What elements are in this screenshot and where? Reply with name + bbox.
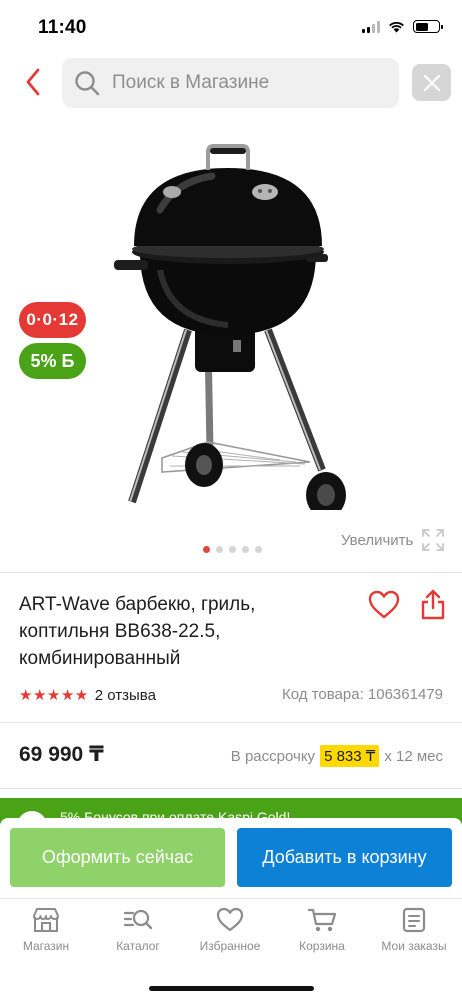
expand-icon [422,529,445,551]
installment-info[interactable]: В рассрочку 5 833 ₸ x 12 мес [231,745,443,767]
installment-amount: 5 833 ₸ [320,745,380,767]
divider [0,572,462,573]
buy-now-button[interactable]: Оформить сейчас [10,828,225,887]
tab-catalog[interactable]: Каталог [92,907,184,953]
tab-label: Избранное [199,939,261,953]
tab-bar: Магазин Каталог Избранное Корзина Мои за… [0,898,462,999]
close-button[interactable] [412,64,451,101]
back-button[interactable] [18,66,48,98]
reviews-link[interactable]: 2 отзыва [95,687,156,704]
heart-icon [216,907,244,932]
catalog-search-icon [123,909,153,930]
cart-icon [307,908,337,932]
home-indicator [149,986,314,991]
tab-label: Каталог [116,939,160,953]
zoom-button[interactable]: Увеличить [341,528,445,552]
gallery-pagination[interactable] [203,546,262,553]
status-icons [362,20,443,33]
zoom-label: Увеличить [341,531,414,549]
rating-stars: ★★★★★ [19,687,89,704]
installment-prefix: В рассрочку [230,747,316,765]
wifi-icon [389,21,404,32]
price: 69 990 ₸ [19,743,104,766]
battery-icon [413,20,443,33]
search-box[interactable] [62,58,399,108]
status-bar: 11:40 [0,0,462,52]
status-time: 11:40 [38,17,87,38]
product-title: ART-Wave барбекю, гриль, коптильня BB638… [19,594,256,669]
gallery-dot[interactable] [229,546,236,553]
installment-badge: 0·0·12 [19,302,86,338]
search-input[interactable] [112,58,382,108]
tab-favorites[interactable]: Избранное [184,907,276,953]
cellular-signal-icon [362,20,380,33]
action-bar: Оформить сейчас Добавить в корзину [0,818,462,898]
gallery-dot[interactable] [255,546,262,553]
rating[interactable]: ★★★★★ 2 отзыва [19,686,156,705]
tab-orders[interactable]: Мои заказы [368,907,460,953]
gallery-dot[interactable] [242,546,249,553]
search-header [0,56,462,110]
gallery-dot[interactable] [216,546,223,553]
share-icon [421,589,445,620]
tab-cart[interactable]: Корзина [276,907,368,953]
close-icon [423,74,440,91]
add-to-cart-button[interactable]: Добавить в корзину [237,828,452,887]
share-button[interactable] [420,588,446,625]
tab-label: Магазин [22,939,70,953]
tab-label: Мои заказы [381,939,447,953]
divider [0,788,462,789]
product-image[interactable] [100,140,360,510]
tab-label: Корзина [299,939,345,953]
divider [0,722,462,723]
chevron-left-icon [26,68,40,96]
favorite-button[interactable] [368,590,400,625]
gallery-dot[interactable] [203,546,210,553]
product-gallery[interactable]: 0·0·12 5% Б Увеличить [0,112,462,572]
product-code: Код товара: 106361479 [282,686,443,703]
tab-store[interactable]: Магазин [0,907,92,953]
installment-suffix: x 12 мес [384,747,443,765]
orders-icon [402,907,426,933]
search-icon [75,71,100,96]
bonus-badge: 5% Б [19,343,86,379]
store-icon [33,908,59,932]
heart-icon [368,590,400,619]
